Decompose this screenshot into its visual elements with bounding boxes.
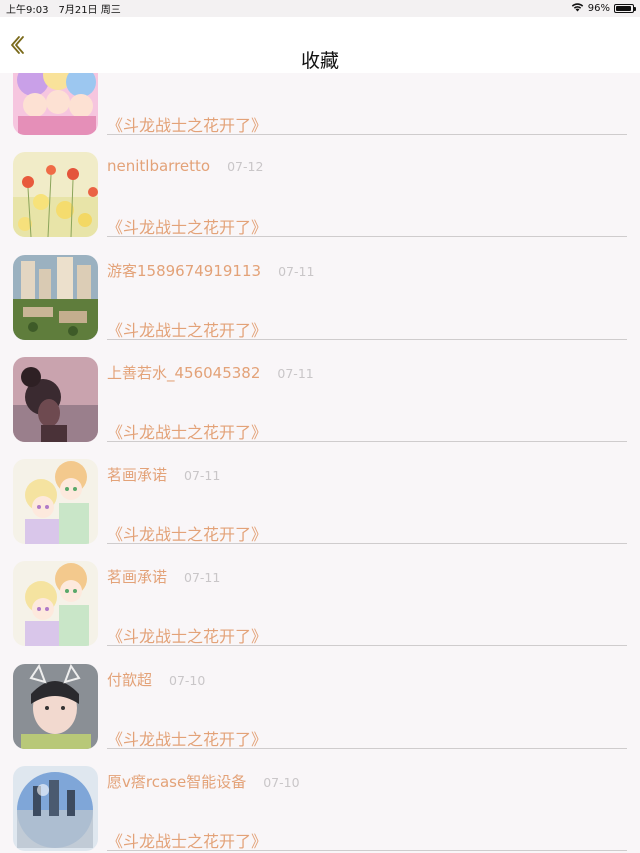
post-date: 07-11 — [184, 468, 221, 484]
avatar[interactable] — [13, 561, 98, 647]
favorites-list[interactable]: 《斗龙战士之花开了》 nenitlbarretto 07-12 《斗龙战士之花开… — [0, 73, 640, 853]
avatar-image — [13, 73, 98, 135]
favorite-item[interactable]: 付歆超 07-10 《斗龙战士之花开了》 — [0, 663, 640, 766]
work-title[interactable]: 《斗龙战士之花开了》 — [107, 112, 267, 136]
divider — [107, 440, 627, 442]
battery-icon — [614, 4, 636, 13]
wifi-icon — [571, 2, 584, 15]
avatar[interactable] — [13, 766, 98, 852]
page-title: 收藏 — [300, 50, 339, 72]
avatar-image — [13, 561, 98, 647]
avatar-image — [13, 663, 98, 749]
work-title[interactable]: 《斗龙战士之花开了》 — [107, 726, 267, 750]
favorites-list-inner: 《斗龙战士之花开了》 nenitlbarretto 07-12 《斗龙战士之花开… — [0, 73, 640, 853]
username[interactable]: 游客1589674919113 — [107, 260, 261, 281]
status-time: 上午9:03 — [6, 5, 49, 16]
divider — [107, 236, 627, 238]
avatar-image — [13, 459, 98, 545]
favorite-item[interactable]: 愿v瘩rcase智能设备 07-10 《斗龙战士之花开了》 — [0, 766, 640, 853]
battery-fill — [616, 6, 632, 11]
work-title[interactable]: 《斗龙战士之花开了》 — [107, 623, 267, 647]
work-title[interactable]: 《斗龙战士之花开了》 — [107, 317, 267, 341]
work-title[interactable]: 《斗龙战士之花开了》 — [107, 521, 267, 545]
post-date: 07-11 — [184, 570, 221, 586]
item-header: 茗画承诺 07-11 — [107, 566, 220, 587]
divider — [107, 134, 627, 135]
status-left: 上午9:03 7月21日 周三 — [6, 1, 121, 16]
avatar[interactable] — [13, 663, 98, 749]
avatar-image — [13, 152, 98, 238]
status-right: 96% — [571, 2, 636, 15]
status-bar: 上午9:03 7月21日 周三 96% — [0, 0, 640, 17]
item-header: 付歆超 07-10 — [107, 669, 205, 690]
post-date: 07-10 — [169, 672, 206, 688]
favorite-item[interactable]: nenitlbarretto 07-12 《斗龙战士之花开了》 — [0, 152, 640, 254]
divider — [107, 747, 627, 749]
post-date: 07-11 — [277, 365, 314, 381]
divider — [107, 645, 627, 647]
favorite-item[interactable]: 茗画承诺 07-11 《斗龙战士之花开了》 — [0, 561, 640, 663]
username[interactable]: 茗画承诺 — [107, 566, 167, 587]
avatar[interactable] — [13, 152, 98, 238]
favorite-item[interactable]: 《斗龙战士之花开了》 — [0, 73, 640, 152]
battery-percent: 96% — [587, 3, 610, 14]
item-header: 茗画承诺 07-11 — [107, 464, 220, 485]
username[interactable]: 付歆超 — [107, 669, 152, 690]
post-date: 07-11 — [278, 263, 315, 279]
divider — [107, 338, 627, 340]
work-title[interactable]: 《斗龙战士之花开了》 — [107, 419, 267, 443]
post-date: 07-12 — [227, 159, 264, 175]
username[interactable]: 愿v瘩rcase智能设备 — [107, 771, 246, 792]
item-header: 愿v瘩rcase智能设备 07-10 — [107, 771, 300, 792]
status-date: 7月21日 周三 — [58, 5, 121, 16]
avatar[interactable] — [13, 356, 98, 442]
avatar-image — [13, 254, 98, 340]
avatar[interactable] — [13, 459, 98, 545]
item-header: 游客1589674919113 07-11 — [107, 260, 314, 281]
username[interactable]: 上善若水_456045382 — [107, 362, 260, 383]
divider — [107, 543, 627, 545]
item-header: nenitlbarretto 07-12 — [107, 157, 263, 175]
work-title[interactable]: 《斗龙战士之花开了》 — [107, 214, 267, 238]
nav-bar: 收藏 — [0, 17, 640, 73]
work-title[interactable]: 《斗龙战士之花开了》 — [107, 828, 267, 852]
favorite-item[interactable]: 上善若水_456045382 07-11 《斗龙战士之花开了》 — [0, 356, 640, 459]
favorites-screen: 上午9:03 7月21日 周三 96% 收藏 《斗龙战士之花开了》 nenitl… — [0, 0, 640, 853]
avatar-image — [13, 766, 98, 852]
avatar[interactable] — [13, 254, 98, 340]
favorite-item[interactable]: 游客1589674919113 07-11 《斗龙战士之花开了》 — [0, 254, 640, 357]
divider — [107, 850, 627, 852]
post-date: 07-10 — [263, 775, 300, 791]
username[interactable]: 茗画承诺 — [107, 464, 167, 485]
avatar[interactable] — [13, 73, 98, 135]
favorite-item[interactable]: 茗画承诺 07-11 《斗龙战士之花开了》 — [0, 459, 640, 561]
item-header: 上善若水_456045382 07-11 — [107, 362, 314, 383]
avatar-image — [13, 356, 98, 442]
username[interactable]: nenitlbarretto — [107, 157, 210, 175]
